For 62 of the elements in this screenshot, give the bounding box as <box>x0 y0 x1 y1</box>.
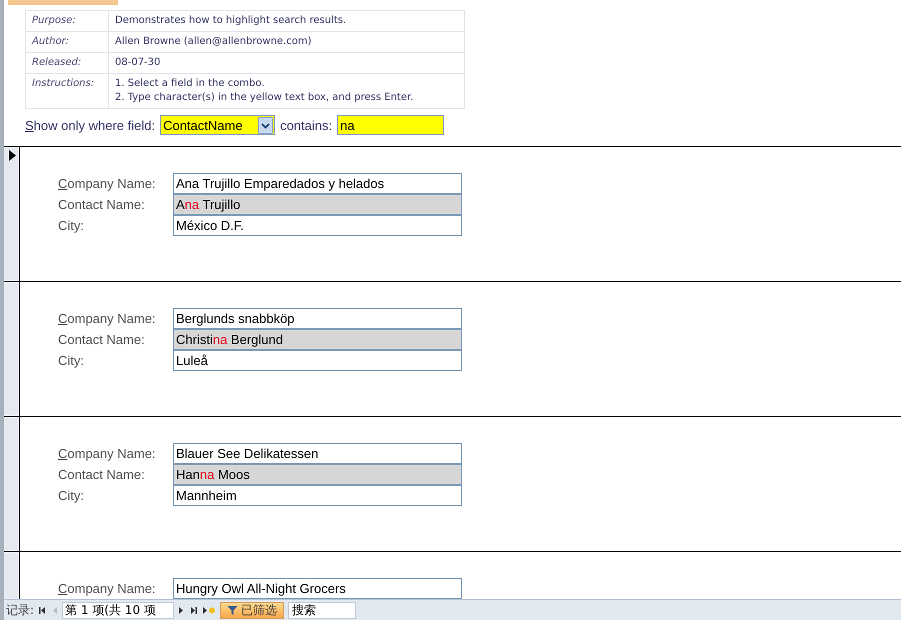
field-label: City: <box>58 353 85 368</box>
info-label: Author: <box>26 32 109 52</box>
record-field[interactable]: Hanna Moos <box>173 464 462 484</box>
new-record-icon[interactable] <box>202 606 216 614</box>
field-label: Company Name: <box>58 311 157 326</box>
field-text: Blauer See Delikatessen <box>176 446 318 461</box>
field-text: Ana Trujillo Emparedados y helados <box>176 176 384 191</box>
record-field[interactable]: Christina Berglund <box>173 328 462 350</box>
field-text: Berglunds snabbköp <box>176 311 295 326</box>
field-label: Company Name: <box>58 446 157 461</box>
field-text: Moos <box>216 466 250 482</box>
field-label: Contact Name: <box>58 332 146 347</box>
search-match-text: na <box>212 332 228 346</box>
last-record-icon[interactable] <box>189 606 198 614</box>
record-field[interactable]: Ana Trujillo Emparedados y helados <box>173 173 462 194</box>
field-text: Luleå <box>176 352 208 368</box>
field-label: City: <box>58 488 85 503</box>
filter-label: Show only where field: <box>25 118 156 132</box>
record-field[interactable]: México D.F. <box>173 214 462 236</box>
record-field[interactable]: Luleå <box>173 350 462 370</box>
record-selector[interactable] <box>4 147 20 281</box>
search-match-text: na <box>184 196 200 212</box>
info-text: 1. Select a field in the combo. <box>115 77 266 91</box>
first-record-icon[interactable] <box>38 606 48 614</box>
record-position-field[interactable]: 第 1 项(共 10 项 <box>62 602 174 618</box>
record-field[interactable]: Hungry Owl All-Night Grocers <box>173 578 462 599</box>
info-text: Demonstrates how to highlight search results. <box>115 14 346 28</box>
info-label: Purpose: <box>26 11 109 31</box>
record-label: 记录: <box>6 602 34 618</box>
info-text: 08-07-30 <box>115 56 160 70</box>
record-selector[interactable] <box>4 282 20 416</box>
search-match-text: na <box>200 466 214 482</box>
search-field[interactable]: 搜索 <box>288 602 356 618</box>
record-field[interactable]: Mannheim <box>173 484 462 506</box>
field-text: Han <box>176 466 200 482</box>
field-text: Trujillo <box>202 196 240 212</box>
next-record-icon[interactable] <box>178 606 186 614</box>
field-text: Berglund <box>230 332 283 346</box>
field-text: México D.F. <box>176 218 244 232</box>
field-text: Hungry Owl All-Night Grocers <box>176 581 346 596</box>
dropdown-chevron-icon[interactable] <box>258 116 274 134</box>
field-text: Christi <box>176 332 213 346</box>
record-field[interactable]: Blauer See Delikatessen <box>173 443 462 464</box>
field-text: A <box>176 196 185 212</box>
info-text: 2. Type character(s) in the yellow text box, and press Enter. <box>115 91 414 105</box>
field-label: City: <box>58 218 85 233</box>
record-field[interactable]: Berglunds snabbköp <box>173 308 462 329</box>
record-selector[interactable] <box>4 417 20 551</box>
field-label: Contact Name: <box>58 197 146 212</box>
filter-toggle-button[interactable]: 已筛选 <box>220 602 284 618</box>
field-combo[interactable]: ContactName <box>160 115 276 135</box>
info-label: Released: <box>26 53 109 73</box>
search-text-field[interactable]: na <box>337 115 444 135</box>
funnel-icon <box>227 604 238 616</box>
field-label: Company Name: <box>58 581 157 596</box>
field-text: Mannheim <box>176 488 237 502</box>
field-label: Contact Name: <box>58 467 146 482</box>
info-text: Allen Browne (allen@allenbrowne.com) <box>115 35 312 49</box>
info-label: Instructions: <box>26 74 109 108</box>
record-field[interactable]: Ana Trujillo <box>173 194 462 214</box>
contains-label: contains: <box>280 118 332 132</box>
field-label: Company Name: <box>58 176 157 191</box>
